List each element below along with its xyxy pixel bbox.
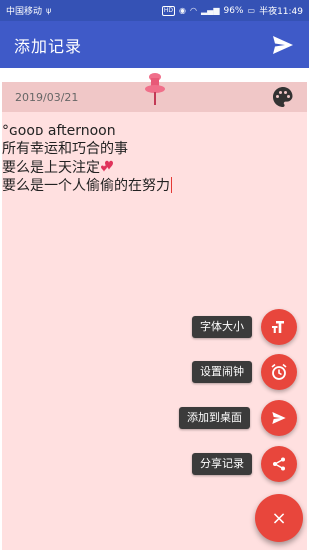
fab-label[interactable]: 设置闹钟 — [192, 361, 252, 383]
font-size-button[interactable] — [261, 309, 297, 345]
font-size-icon — [272, 321, 284, 333]
note-line: 所有幸运和巧合的事 — [2, 141, 128, 157]
status-bar: 中国移动 ψ HD ◉ ◠ ▂▄▆ 96% ▭ 半夜11:49 — [0, 0, 309, 21]
fab-menu-item-alarm[interactable]: 设置闹钟 — [192, 361, 252, 383]
fab-label[interactable]: 字体大小 — [192, 316, 252, 338]
note-line: °ɢᴏᴏᴅ afternoon — [2, 123, 116, 139]
send-icon — [272, 412, 286, 424]
battery-level: 96% — [223, 5, 244, 16]
note-card[interactable]: 2019/03/21 °ɢᴏᴏᴅ afternoon 所有幸运和巧合的事 要么是… — [2, 73, 307, 550]
signal-icon: ▂▄▆ — [201, 6, 220, 15]
close-icon: × — [271, 507, 287, 529]
palette-icon[interactable] — [271, 85, 295, 109]
note-date: 2019/03/21 — [15, 91, 79, 104]
share-button[interactable] — [261, 446, 297, 482]
usb-icon: ψ — [46, 6, 52, 15]
close-menu-button[interactable]: × — [255, 494, 303, 542]
add-to-desktop-button[interactable] — [261, 400, 297, 436]
fab-label[interactable]: 添加到桌面 — [179, 407, 250, 429]
hd-badge: HD — [161, 5, 176, 16]
note-line-with-emoji: 要么是上天注定 — [2, 158, 302, 177]
two-hearts-icon — [101, 160, 113, 172]
carrier-label: 中国移动 — [6, 7, 43, 17]
note-line: 要么是上天注定 — [2, 160, 100, 176]
fab-menu-item-share[interactable]: 分享记录 — [192, 453, 252, 475]
fab-menu-item-font-size[interactable]: 字体大小 — [192, 316, 252, 338]
note-text-area[interactable]: °ɢᴏᴏᴅ afternoon 所有幸运和巧合的事 要么是上天注定 要么是一个人… — [2, 122, 302, 195]
share-icon — [273, 457, 285, 471]
battery-icon: ▭ — [247, 6, 256, 15]
text-cursor — [171, 177, 172, 193]
send-button[interactable] — [271, 33, 295, 57]
send-icon — [273, 35, 293, 54]
alarm-button[interactable] — [261, 354, 297, 390]
alarm-icon — [271, 363, 287, 380]
wifi-icon: ◠ — [190, 6, 198, 15]
app-bar: 添加记录 — [0, 21, 309, 68]
page-title: 添加记录 — [14, 36, 83, 56]
fab-menu-item-add-to-desktop[interactable]: 添加到桌面 — [179, 407, 250, 429]
pushpin-icon — [145, 73, 165, 105]
clock: 半夜11:49 — [259, 7, 303, 17]
note-line-with-cursor: 要么是一个人偷偷的在努力 — [2, 177, 302, 195]
note-line: 要么是一个人偷偷的在努力 — [2, 178, 170, 194]
fab-label[interactable]: 分享记录 — [192, 453, 252, 475]
eye-icon: ◉ — [179, 6, 187, 15]
